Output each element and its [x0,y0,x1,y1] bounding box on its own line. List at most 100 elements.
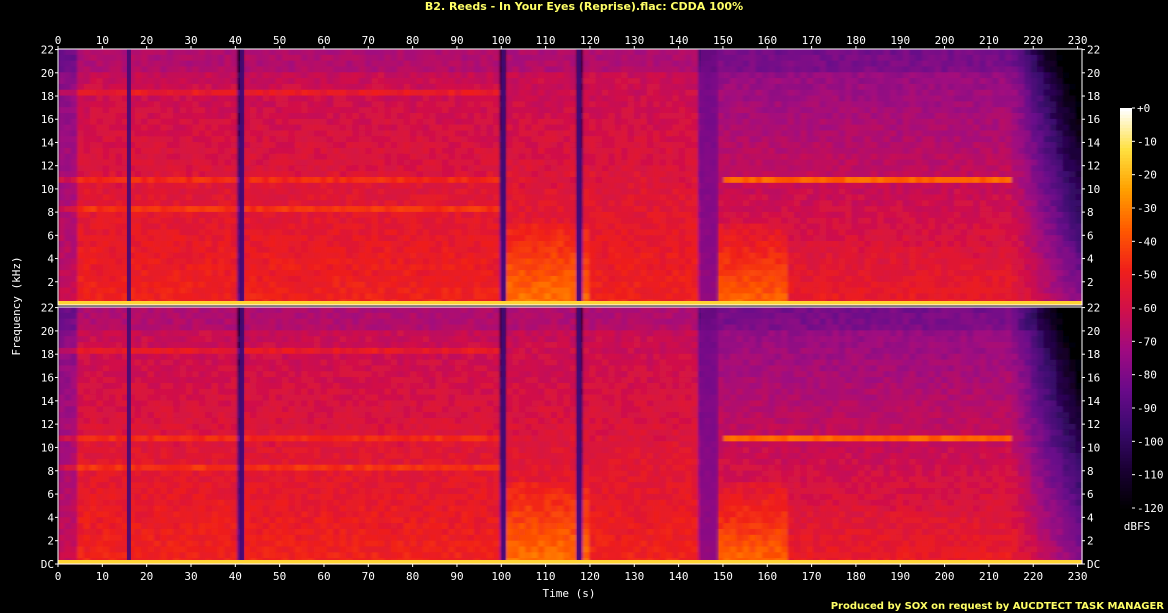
spectrogram-cell [768,217,776,225]
spectrogram-cell [339,258,347,265]
spectrogram-cell [634,229,641,236]
spectrogram-cell [250,72,257,79]
spectrogram-cell [275,293,283,300]
spectrogram-cell [435,54,443,62]
spectrogram-cell [442,60,449,68]
spectrogram-cell [269,89,277,97]
spectrogram-cell [410,275,417,283]
spectrogram-cell [640,270,648,277]
spectrogram-cell [58,54,65,62]
spectrogram-cell [730,171,737,178]
spectrogram-cell [294,182,302,190]
spectrogram-cell [422,188,430,196]
spectrogram-cell [691,275,699,283]
spectrogram-cell [550,206,558,213]
spectrogram-cell [659,95,667,102]
spectrogram-cell [685,258,693,265]
spectrogram-cell [365,182,373,190]
spectrogram-cell [314,246,321,254]
spectrogram-cell [691,200,699,207]
spectrogram-cell [166,194,174,201]
spectrogram-cell [102,229,110,236]
spectrogram-cell [160,211,168,219]
spectrogram-cell [346,72,353,79]
spectrogram-cell [429,229,437,236]
spectrogram-cell [429,136,437,143]
spectrogram-cell [410,211,417,219]
spectrogram-cell [755,217,763,225]
spectrogram-cell [602,235,609,242]
spectrogram-cell [333,246,341,254]
spectrogram-cell [358,235,366,242]
spectrogram-cell [282,153,289,161]
spectrogram-cell [512,130,520,137]
spectrogram-cell [192,241,200,248]
spectrogram-cell [269,142,277,149]
spectrogram-cell [422,293,430,300]
spectrogram-cell [243,142,251,149]
spectrogram-cell [211,66,219,73]
spectrogram-cell [141,159,149,166]
spectrogram-cell [435,101,443,108]
spectrogram-cell [602,200,609,207]
spectrogram-cell [288,252,296,260]
spectrogram-cell [608,66,616,73]
spectrogram-cell [326,171,334,178]
spectrogram-cell [397,287,405,294]
spectrogram-cell [730,200,737,207]
spectrogram-cell [365,223,373,230]
spectrogram-cell [570,78,577,85]
spectrogram-cell [166,171,174,178]
spectrogram-cell [621,293,629,300]
spectrogram-cell [474,171,481,178]
spectrogram-cell [326,287,334,294]
spectrogram-cell [198,275,206,283]
spectrogram-cell [442,153,449,161]
spectrogram-cell [205,177,213,184]
spectrogram-cell [429,235,437,242]
spectrogram-cell [96,241,104,248]
spectrogram-cell [205,142,213,149]
spectrogram-cell [621,217,629,225]
spectrogram-cell [96,60,104,68]
spectrogram-cell [518,211,526,219]
spectrogram-cell [480,258,488,265]
spectrogram-cell [218,107,225,114]
spectrogram-cell [90,101,97,108]
spectrogram-cell [512,142,520,149]
spectrogram-cell [186,270,193,277]
spectrogram-cell [192,211,200,219]
spectrogram-cell [83,60,91,68]
spectrogram-cell [454,217,462,225]
spectrogram-cell [90,89,97,97]
spectrogram-cell [442,177,449,184]
spectrogram-cell [422,49,430,56]
spectrogram-cell [326,182,334,190]
spectrogram-cell [173,258,181,265]
spectrogram-cell [742,281,750,289]
spectrogram-cell [211,165,219,172]
spectrogram-cell [634,252,641,260]
spectrogram-cell [96,287,104,294]
spectrogram-cell [627,107,635,114]
spectrogram-cell [154,246,161,254]
spectrogram-cell [397,182,405,190]
spectrogram-cell [141,124,149,132]
spectrogram-cell [736,113,744,120]
spectrogram-cell [77,54,85,62]
spectrogram-cell [570,177,577,184]
spectrogram-cell [627,258,635,265]
spectrogram-cell [154,171,161,178]
spectrogram-cell [653,60,661,68]
spectrogram-cell [154,136,161,143]
spectrogram-cell [205,206,213,213]
spectrogram-cell [333,275,341,283]
spectrogram-cell [147,258,155,265]
spectrogram-cell [582,188,590,196]
spectrogram-cell [333,264,341,271]
spectrogram-cell [186,60,193,68]
spectrogram-cell [90,54,97,62]
spectrogram-cell [621,177,629,184]
spectrogram-cell [147,229,155,236]
spectrogram-cell [211,124,219,132]
